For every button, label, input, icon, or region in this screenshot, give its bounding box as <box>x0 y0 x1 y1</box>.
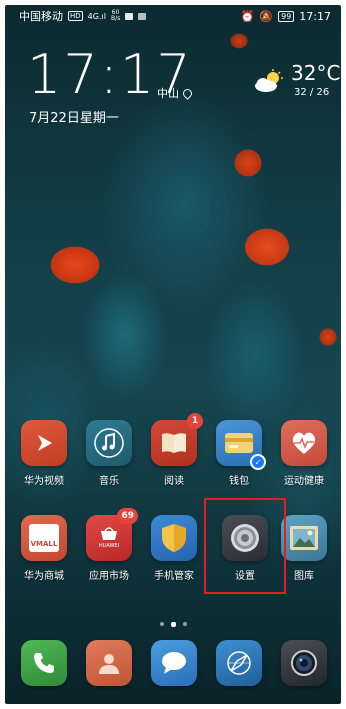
book-icon[interactable]: 1 <box>151 413 203 466</box>
page-dot[interactable] <box>159 622 164 626</box>
clock-date[interactable]: 7月22日星期一 <box>29 107 119 126</box>
phone-icon[interactable] <box>21 640 67 686</box>
appgallery-icon[interactable]: HUAWEI 69 <box>86 508 138 561</box>
alarm-icon: ⏰ <box>240 9 255 23</box>
wallet-icon[interactable]: ✓ <box>216 420 266 470</box>
app-label: 图库 <box>294 571 314 582</box>
app-phone-manager[interactable]: 手机管家 <box>142 515 206 582</box>
vmall-logo-text: VMALL <box>30 540 58 548</box>
net-speed-unit: B/s <box>110 15 121 22</box>
weather-temperature[interactable]: 32°C <box>291 61 340 85</box>
home-screen: 中国移动 HD 4G.ıl 60 B/s ⏰ 🔕 99 17:17 17:17 … <box>5 5 341 704</box>
hd-badge: HD <box>68 11 83 21</box>
app-label: 华为商城 <box>24 571 64 582</box>
partly-cloudy-icon[interactable] <box>253 69 285 93</box>
page-dot-active[interactable] <box>170 621 176 627</box>
verified-check-icon: ✓ <box>250 454 266 470</box>
app-label: 运动健康 <box>284 476 324 487</box>
dock-contacts[interactable] <box>77 640 141 686</box>
health-icon[interactable] <box>281 420 327 466</box>
status-bar: 中国移动 HD 4G.ıl 60 B/s ⏰ 🔕 99 17:17 <box>5 5 341 27</box>
vmall-icon[interactable]: VMALL <box>21 515 67 561</box>
status-time: 17:17 <box>299 9 331 23</box>
net-speed: 60 B/s <box>111 10 120 22</box>
carrier-name: 中国移动 <box>19 10 63 23</box>
page-indicator[interactable] <box>5 621 341 627</box>
dock-browser[interactable] <box>207 640 271 686</box>
mute-icon: 🔕 <box>259 9 274 23</box>
battery-icon: 99 <box>278 10 295 22</box>
highlight-box <box>204 498 286 594</box>
app-music[interactable]: 音乐 <box>77 420 141 487</box>
battery-level: 99 <box>281 11 292 21</box>
app-huawei-video[interactable]: 华为视频 <box>12 420 76 487</box>
notification-badge: 1 <box>187 413 203 429</box>
app-label: 华为视频 <box>24 476 64 487</box>
app-label: 阅读 <box>164 476 184 487</box>
appgallery-logo-text: HUAWEI <box>98 543 120 549</box>
gallery-icon[interactable] <box>281 515 327 561</box>
camera-icon[interactable] <box>281 640 327 686</box>
clock-city[interactable]: 中山 <box>157 85 194 101</box>
signal-icon: 4G.ıl <box>87 11 106 21</box>
city-name: 中山 <box>157 87 179 100</box>
contacts-icon[interactable] <box>86 640 132 686</box>
image-notification-icon <box>138 12 147 20</box>
dock-phone[interactable] <box>12 640 76 686</box>
browser-icon[interactable] <box>216 640 262 686</box>
app-label: 音乐 <box>99 476 119 487</box>
weather-temp-range: 32 / 26 <box>294 87 330 98</box>
app-reading[interactable]: 1 阅读 <box>142 413 206 487</box>
app-wallet[interactable]: ✓ 钱包 <box>207 420 271 487</box>
notification-badge: 69 <box>117 508 138 524</box>
music-icon[interactable] <box>86 420 132 466</box>
notification-icon <box>125 12 134 20</box>
app-label: 手机管家 <box>154 571 194 582</box>
app-appgallery[interactable]: HUAWEI 69 应用市场 <box>77 508 141 582</box>
message-icon[interactable] <box>151 640 197 686</box>
dock-messages[interactable] <box>142 640 206 686</box>
dock-camera[interactable] <box>272 640 336 686</box>
video-icon[interactable] <box>21 420 67 466</box>
location-pin-icon <box>181 86 194 100</box>
page-dot[interactable] <box>182 622 187 626</box>
shield-icon[interactable] <box>151 515 197 561</box>
app-vmall[interactable]: VMALL 华为商城 <box>12 515 76 582</box>
app-health[interactable]: 运动健康 <box>272 420 336 487</box>
app-label: 钱包 <box>229 476 249 487</box>
network-type: 4G <box>87 11 99 21</box>
app-label: 应用市场 <box>89 571 129 582</box>
